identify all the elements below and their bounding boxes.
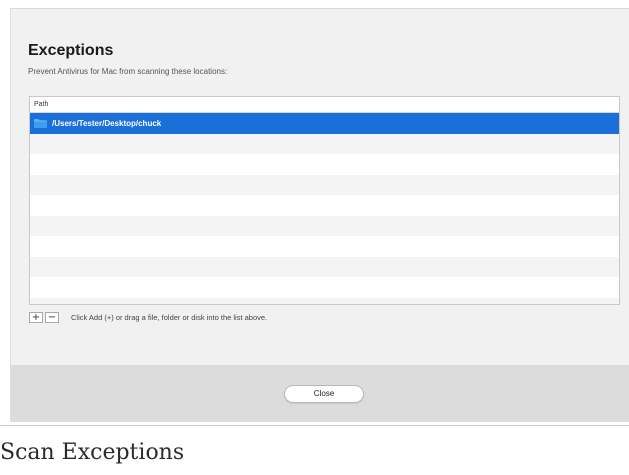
table-row-empty[interactable]	[30, 174, 619, 195]
table-row-empty[interactable]	[30, 195, 619, 216]
table-row-empty[interactable]	[30, 277, 619, 298]
column-header-path[interactable]: Path	[30, 97, 619, 113]
add-button[interactable]: +	[29, 311, 43, 323]
add-hint-text: Click Add (+) or drag a file, folder or …	[71, 312, 268, 322]
table-row-empty[interactable]	[30, 236, 619, 257]
caption-divider	[0, 425, 629, 426]
row-path: /Users/Tester/Desktop/chuck	[52, 118, 162, 128]
page: Exceptions Prevent Antivirus for Mac fro…	[0, 0, 629, 475]
dialog-subtitle: Prevent Antivirus for Mac from scanning …	[28, 67, 228, 76]
table-row-empty[interactable]	[30, 133, 619, 154]
figure-caption: Scan Exceptions	[0, 440, 185, 465]
table-row-empty[interactable]	[30, 256, 619, 277]
close-button[interactable]: Close	[284, 385, 364, 403]
table-row[interactable]: /Users/Tester/Desktop/chuck	[30, 113, 619, 134]
table-row-empty[interactable]	[30, 215, 619, 236]
dialog-footer: Close	[11, 365, 629, 422]
table-row-empty[interactable]	[30, 154, 619, 175]
exceptions-table[interactable]: Path /Users/Tester/Desktop/chuck	[29, 96, 620, 305]
list-controls: + − Click Add (+) or drag a file, folder…	[29, 311, 267, 323]
exceptions-dialog: Exceptions Prevent Antivirus for Mac fro…	[10, 8, 629, 422]
folder-icon	[34, 118, 47, 128]
table-row-empty[interactable]	[30, 297, 619, 304]
remove-button[interactable]: −	[45, 311, 59, 323]
dialog-title: Exceptions	[28, 42, 114, 59]
